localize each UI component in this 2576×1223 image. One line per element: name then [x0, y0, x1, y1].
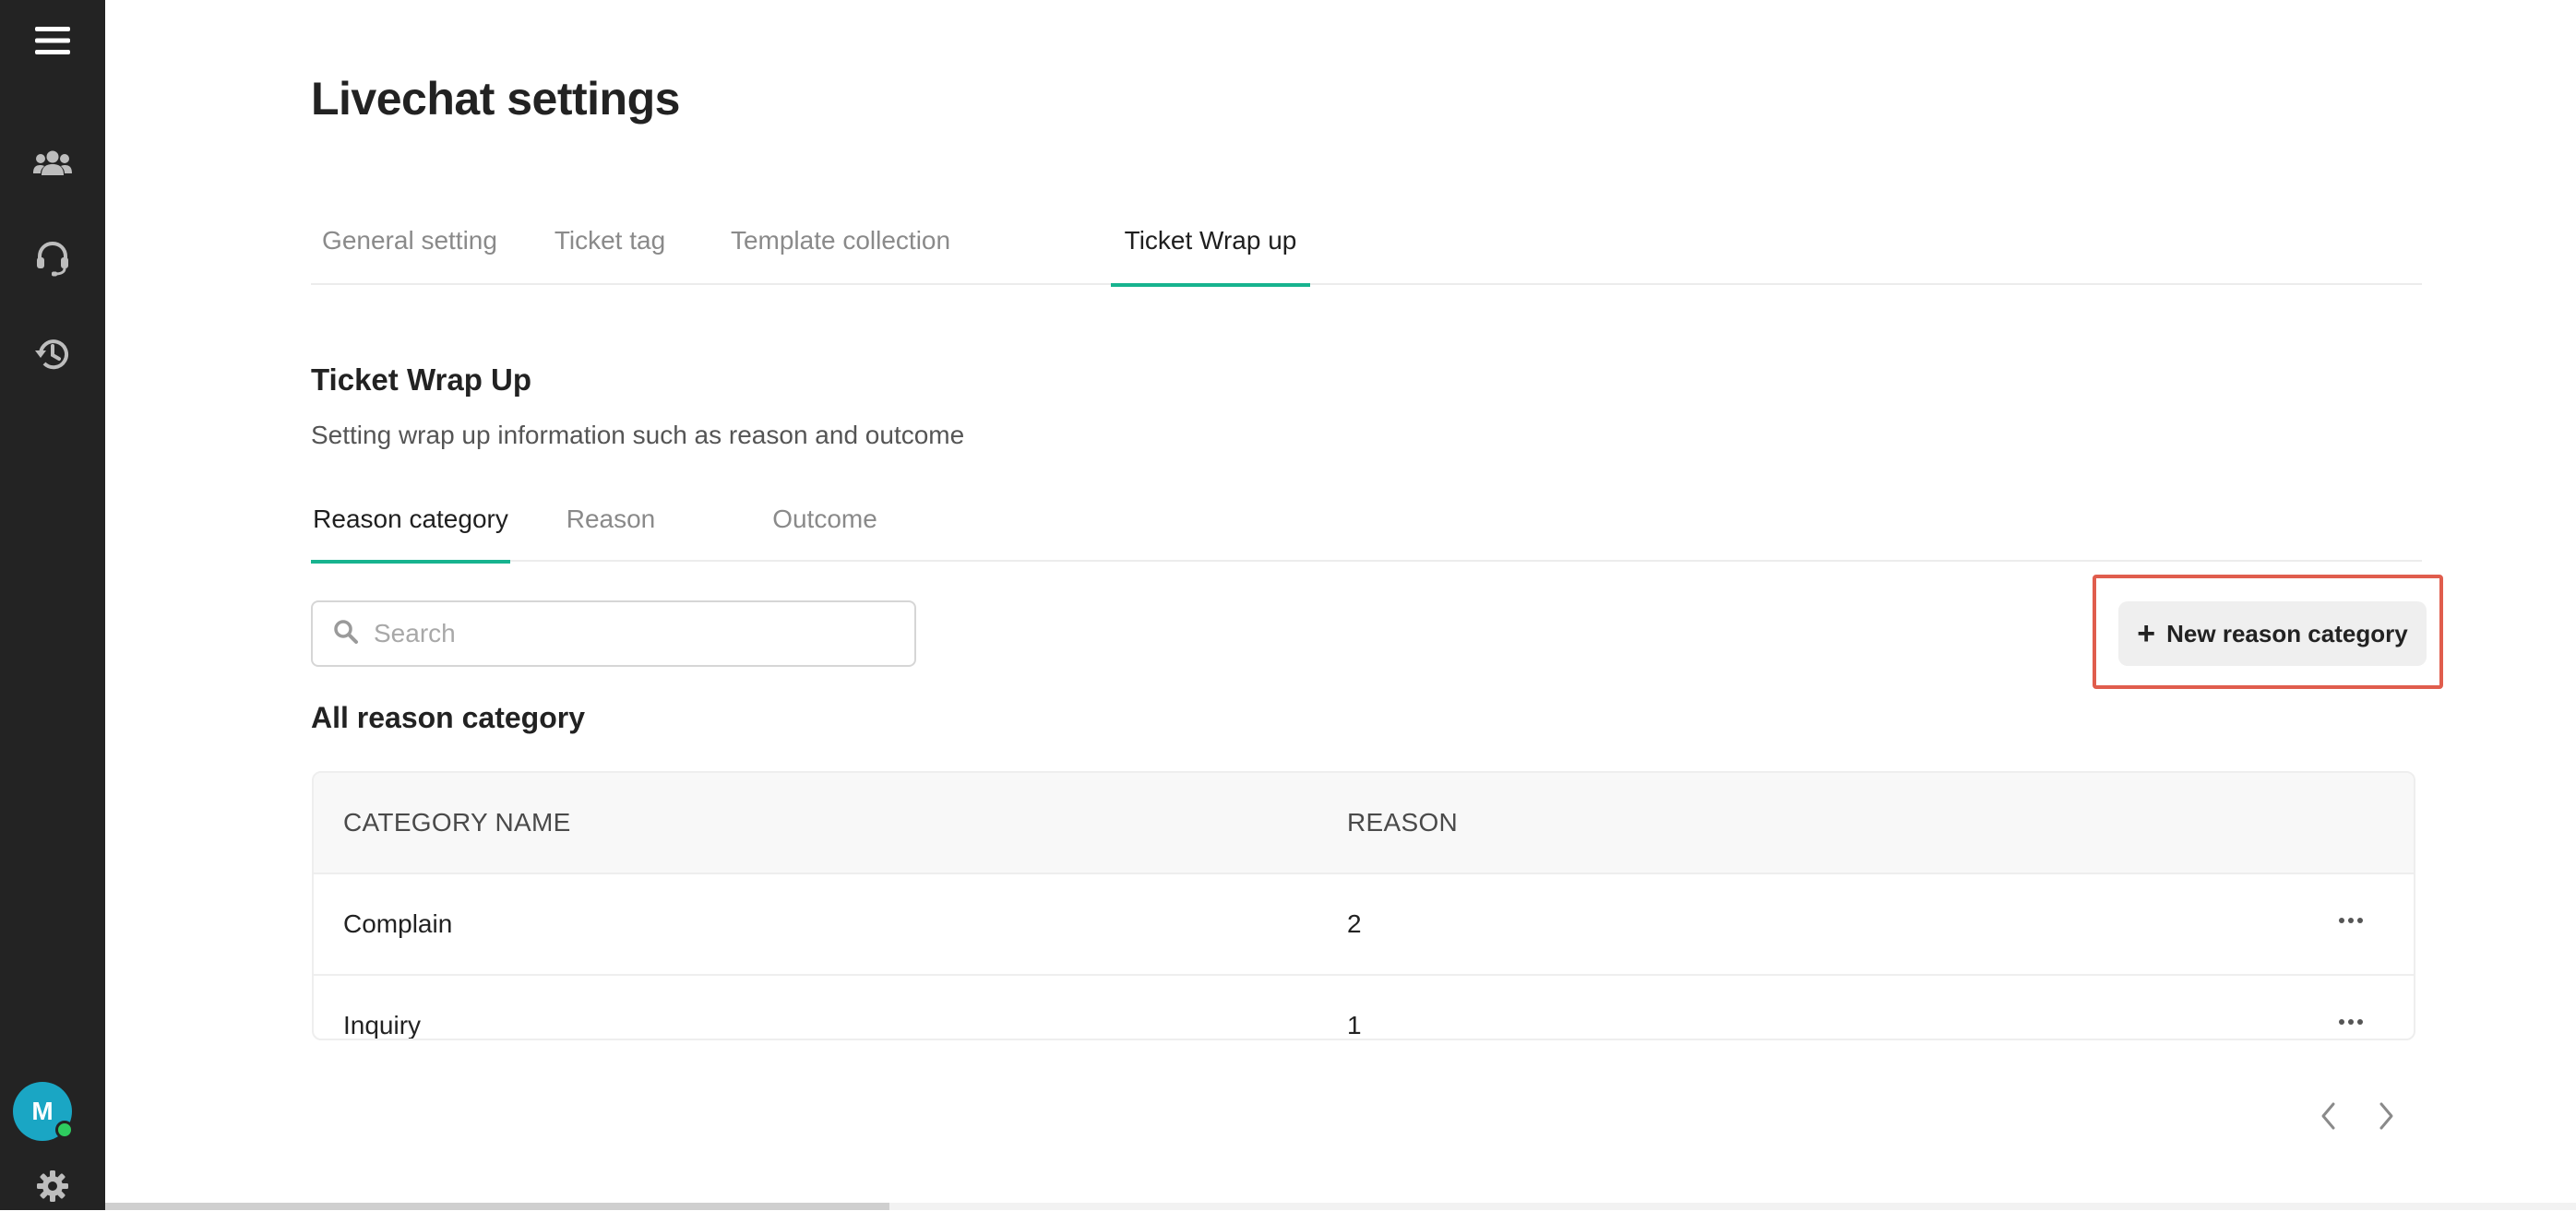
avatar[interactable]: M: [13, 1082, 74, 1141]
plus-icon: +: [2137, 616, 2156, 651]
subtab-reason[interactable]: Reason: [510, 484, 711, 562]
search-input[interactable]: [372, 618, 888, 649]
previous-page-button[interactable]: [2310, 1098, 2347, 1138]
column-header-category-name: CATEGORY NAME: [343, 808, 571, 837]
subtab-outcome[interactable]: Outcome: [711, 484, 938, 562]
search-box[interactable]: [311, 600, 916, 667]
headset-icon: [34, 240, 71, 277]
tab-general-setting[interactable]: General setting: [311, 208, 508, 285]
more-horizontal-icon[interactable]: [2332, 902, 2369, 939]
more-horizontal-icon[interactable]: [2332, 1003, 2369, 1039]
wrap-up-subtabs: Reason category Reason Outcome: [311, 484, 2422, 564]
menu-button[interactable]: [0, 4, 105, 77]
column-header-reason: REASON: [1347, 808, 1459, 837]
table-row[interactable]: Complain 2: [314, 874, 2414, 976]
search-icon: [333, 619, 359, 649]
main-content: Livechat settings General setting Ticket…: [105, 0, 2576, 1210]
table-row[interactable]: Inquiry 1: [314, 976, 2414, 1039]
sidebar-item-contacts[interactable]: [0, 126, 105, 200]
category-name-cell: Complain: [343, 909, 453, 938]
next-page-button[interactable]: [2367, 1098, 2404, 1138]
settings-tabs: General setting Ticket tag Template coll…: [311, 208, 2422, 287]
tab-ticket-tag[interactable]: Ticket tag: [508, 208, 711, 285]
section-title: Ticket Wrap Up: [311, 362, 532, 397]
history-icon: [34, 336, 71, 373]
contacts-icon: [32, 149, 73, 177]
page-title: Livechat settings: [311, 73, 680, 125]
chevron-right-icon: [2377, 1101, 2395, 1135]
new-reason-category-label: New reason category: [2166, 619, 2408, 647]
section-description: Setting wrap up information such as reas…: [311, 421, 965, 449]
avatar-initial: M: [31, 1097, 54, 1125]
horizontal-scrollbar[interactable]: [105, 1203, 2576, 1210]
gear-icon: [36, 1170, 69, 1203]
reason-count-cell: 2: [1347, 909, 1362, 938]
sidebar-item-history[interactable]: [0, 317, 105, 391]
table-header: CATEGORY NAME REASON: [314, 773, 2414, 874]
reason-category-table: CATEGORY NAME REASON Complain 2 Inquiry …: [312, 771, 2415, 1040]
online-status-dot: [55, 1121, 74, 1139]
new-reason-category-button[interactable]: + New reason category: [2118, 601, 2427, 666]
menu-icon: [33, 24, 72, 57]
sidebar: M: [0, 0, 105, 1210]
chevron-left-icon: [2320, 1101, 2338, 1135]
tab-template-collection[interactable]: Template collection: [711, 208, 970, 285]
settings-button[interactable]: [0, 1149, 105, 1223]
category-name-cell: Inquiry: [343, 1011, 422, 1039]
reason-count-cell: 1: [1347, 1011, 1362, 1039]
list-title: All reason category: [311, 701, 585, 734]
subtab-reason-category[interactable]: Reason category: [311, 484, 510, 564]
tab-ticket-wrap-up[interactable]: Ticket Wrap up: [1111, 208, 1310, 287]
sidebar-item-livechat[interactable]: [0, 221, 105, 295]
